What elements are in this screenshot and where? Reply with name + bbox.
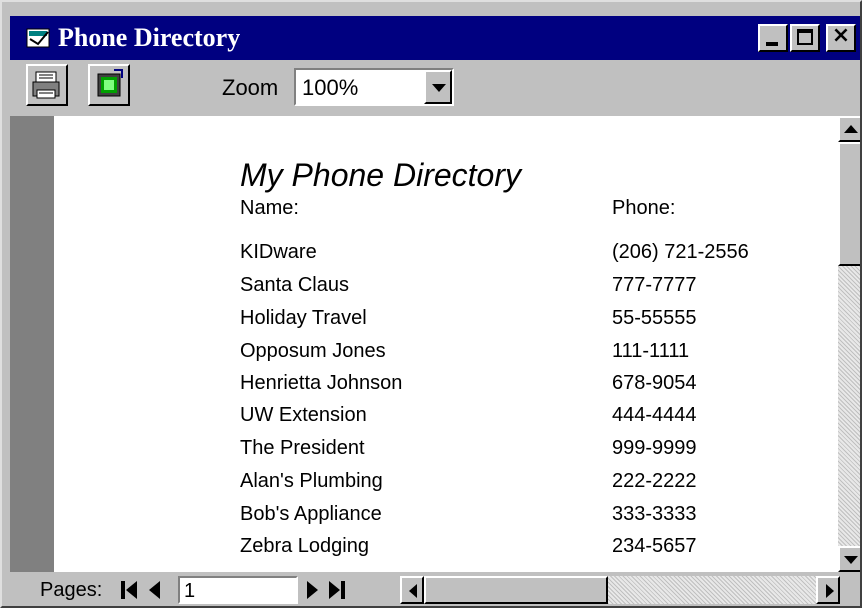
page-setup-button[interactable] xyxy=(88,64,130,106)
page-navigation-bar: Pages: 1 xyxy=(10,572,860,606)
entry-name: UW Extension xyxy=(240,404,367,426)
zoom-label: Zoom xyxy=(222,75,279,100)
phone-column-header: Phone: xyxy=(612,197,676,219)
scroll-right-button[interactable] xyxy=(816,576,840,604)
window-title: Phone Directory xyxy=(58,23,241,52)
print-button[interactable] xyxy=(26,64,68,106)
page-number-value: 1 xyxy=(184,580,196,602)
entry-name: Zebra Lodging xyxy=(240,535,369,557)
entry-name: Santa Claus xyxy=(240,274,349,296)
entry-phone: 777-7777 xyxy=(612,274,697,296)
entry-phone: 234-5657 xyxy=(612,535,697,557)
previous-page-button[interactable] xyxy=(144,576,166,604)
first-page-button[interactable] xyxy=(118,576,140,604)
chevron-down-icon xyxy=(432,84,446,92)
zoom-dropdown[interactable]: 100% xyxy=(294,68,454,106)
entry-phone: 111-1111 xyxy=(612,340,690,362)
entry-name: KIDware xyxy=(240,241,317,263)
arrow-down-icon xyxy=(844,556,858,564)
next-page-button[interactable] xyxy=(302,576,324,604)
entry-phone: 222-2222 xyxy=(612,470,697,492)
minimize-button[interactable] xyxy=(758,24,788,52)
arrow-right-icon xyxy=(826,584,834,598)
entry-name: Henrietta Johnson xyxy=(240,372,403,394)
arrow-up-icon xyxy=(844,125,858,133)
vertical-scrollbar[interactable] xyxy=(838,116,860,572)
horizontal-scrollbar[interactable] xyxy=(400,576,840,604)
scroll-left-button[interactable] xyxy=(400,576,424,604)
entry-name: Holiday Travel xyxy=(240,307,367,329)
scroll-up-button[interactable] xyxy=(838,116,860,142)
minimize-icon xyxy=(766,42,778,46)
name-column-header: Name: xyxy=(240,197,299,219)
entry-name: Alan's Plumbing xyxy=(240,470,383,492)
entry-phone: 444-4444 xyxy=(612,404,697,426)
scroll-down-button[interactable] xyxy=(838,546,860,572)
printer-icon xyxy=(32,71,60,99)
toolbar: Zoom 100% xyxy=(10,60,860,116)
zoom-dropdown-button[interactable] xyxy=(424,70,452,104)
report-page: My Phone Directory Name: Phone: KIDware … xyxy=(54,116,838,572)
entry-phone: 999-9999 xyxy=(612,437,697,459)
page-setup-icon xyxy=(97,69,123,97)
maximize-icon xyxy=(797,29,813,45)
entry-name: Opposum Jones xyxy=(240,340,386,362)
entry-phone: 678-9054 xyxy=(612,372,697,394)
entry-phone: 333-3333 xyxy=(612,503,697,525)
maximize-button[interactable] xyxy=(790,24,820,52)
last-page-button[interactable] xyxy=(326,576,348,604)
zoom-value: 100% xyxy=(302,75,359,100)
title-bar[interactable]: Phone Directory × xyxy=(10,16,860,60)
close-icon: × xyxy=(831,23,851,48)
entry-phone: (206) 721-2556 xyxy=(612,241,749,263)
vertical-scroll-thumb[interactable] xyxy=(838,142,860,266)
report-title: My Phone Directory xyxy=(240,157,521,193)
app-icon xyxy=(26,28,50,48)
report-preview-window: Phone Directory × Zoom 100% My Phone Dir… xyxy=(0,0,862,608)
arrow-left-icon xyxy=(409,584,417,598)
horizontal-scroll-thumb[interactable] xyxy=(424,576,608,604)
entry-phone: 55-55555 xyxy=(612,307,697,329)
page-number-input[interactable]: 1 xyxy=(178,576,298,604)
close-button[interactable]: × xyxy=(826,23,856,52)
entry-name: Bob's Appliance xyxy=(240,503,382,525)
preview-area: My Phone Directory Name: Phone: KIDware … xyxy=(10,116,838,572)
entry-name: The President xyxy=(240,437,365,459)
pages-label: Pages: xyxy=(40,579,103,601)
